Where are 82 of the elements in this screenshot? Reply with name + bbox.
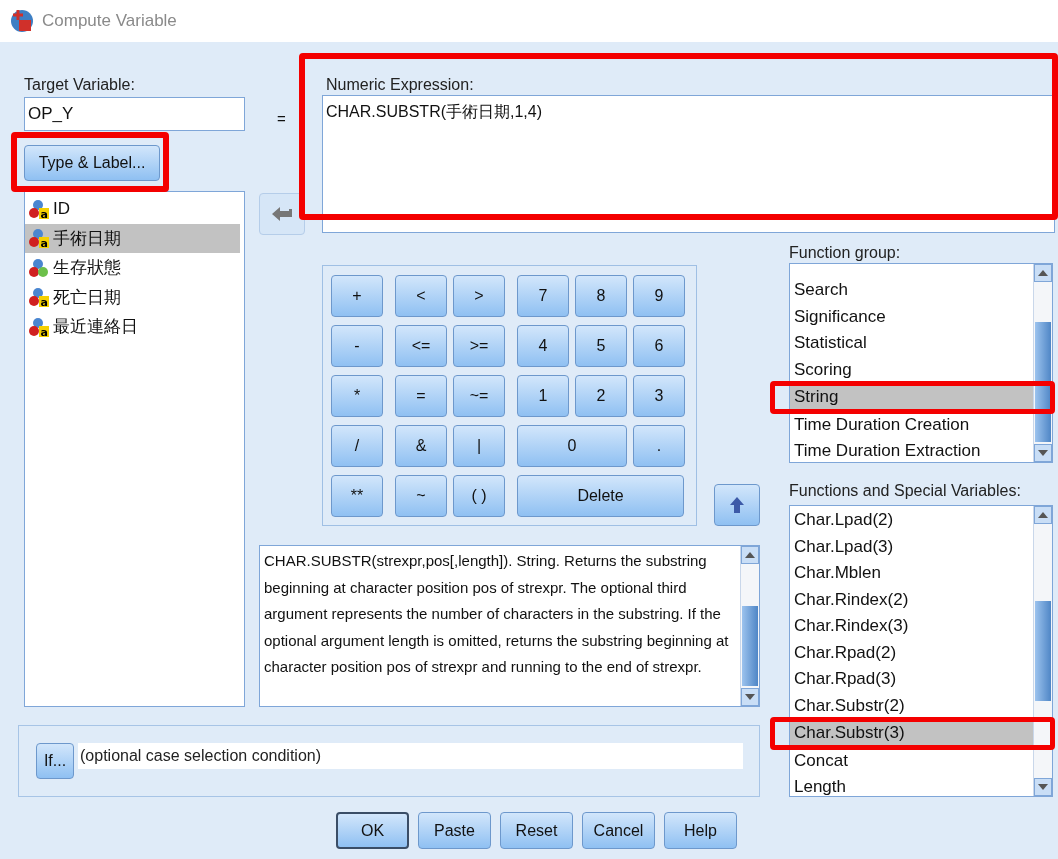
function-group-item[interactable]: Search (790, 277, 1033, 304)
dialog-button[interactable]: Paste (418, 812, 491, 849)
scroll-down-icon (1038, 450, 1048, 456)
scroll-down-icon (745, 694, 755, 700)
keypad-key[interactable]: 9 (633, 275, 685, 317)
dialog-button[interactable]: OK (336, 812, 409, 849)
keypad-key[interactable]: - (331, 325, 383, 367)
back-arrow-icon (272, 207, 292, 221)
keypad-key[interactable]: / (331, 425, 383, 467)
scroll-up-icon (1038, 270, 1048, 276)
scroll-up-icon (1038, 512, 1048, 518)
function-group-item[interactable]: Significance (790, 303, 1033, 330)
variable-icon (29, 257, 49, 278)
keypad-key[interactable]: 8 (575, 275, 627, 317)
variable-item[interactable]: a 最近連絡日 (25, 312, 240, 342)
function-item[interactable]: Concat (790, 747, 1033, 774)
function-item[interactable]: Char.Rpad(3) (790, 666, 1033, 693)
keypad-key[interactable]: <= (395, 325, 447, 367)
keypad-key[interactable]: < (395, 275, 447, 317)
keypad-key[interactable]: 4 (517, 325, 569, 367)
scrollbar[interactable] (1033, 264, 1052, 462)
function-group-item[interactable]: String (790, 386, 1033, 409)
function-item[interactable]: Char.Substr(2) (790, 692, 1033, 719)
function-group-item[interactable]: Time Duration Extraction (790, 438, 1033, 465)
type-label-button[interactable]: Type & Label... (24, 145, 160, 181)
keypad-key[interactable]: 6 (633, 325, 685, 367)
if-button[interactable]: If... (36, 743, 74, 779)
up-arrow-icon (730, 497, 744, 513)
functions-label: Functions and Special Variables: (789, 482, 1021, 500)
description-text: CHAR.SUBSTR(strexpr,pos[,length]). String. Returns the substring beginning at character position pos of strexpr. The optional third argument represents the number of characters in the substring. If the optional argument length is omitted, returns the substring beginning at character position pos of strexpr and running to the end of strexpr. (263, 551, 730, 677)
keypad-key[interactable]: = (395, 375, 447, 417)
keypad-key[interactable]: ** (331, 475, 383, 517)
keypad-key[interactable]: ( ) (453, 475, 505, 517)
dialog-button[interactable]: Reset (500, 812, 573, 849)
target-variable-label: Target Variable: (24, 76, 135, 94)
scrollbar[interactable] (1033, 506, 1052, 796)
function-group-item[interactable]: Time Duration Creation (790, 411, 1033, 438)
function-item[interactable]: Char.Rindex(3) (790, 613, 1033, 640)
keypad-key[interactable]: 0 (517, 425, 627, 467)
numeric-expression-field[interactable]: CHAR.SUBSTR(手術日期,1,4) (322, 95, 1055, 233)
variable-item[interactable]: a 死亡日期 (25, 282, 240, 312)
function-item[interactable]: Char.Lpad(3) (790, 533, 1033, 560)
function-item[interactable]: Char.Rindex(2) (790, 586, 1033, 613)
dialog-button[interactable]: Help (664, 812, 737, 849)
keypad-key[interactable]: Delete (517, 475, 684, 517)
keypad-key[interactable]: >= (453, 325, 505, 367)
variable-item[interactable]: a 手術日期 (25, 223, 240, 253)
keypad-key[interactable]: > (453, 275, 505, 317)
keypad-key[interactable]: 2 (575, 375, 627, 417)
keypad-key[interactable]: 5 (575, 325, 627, 367)
window-title: Compute Variable (42, 11, 177, 31)
keypad-key[interactable]: 1 (517, 375, 569, 417)
keypad-key[interactable]: ~ (395, 475, 447, 517)
keypad-key[interactable]: & (395, 425, 447, 467)
scroll-up-icon (745, 552, 755, 558)
keypad-key[interactable]: + (331, 275, 383, 317)
keypad-key[interactable]: . (633, 425, 685, 467)
keypad-key[interactable]: 3 (633, 375, 685, 417)
variable-item[interactable]: 生存狀態 (25, 253, 240, 283)
equals-sign: = (277, 110, 286, 127)
function-item[interactable]: Length (790, 774, 1033, 801)
function-item[interactable]: Char.Substr(3) (790, 722, 1033, 745)
move-up-button[interactable] (714, 484, 760, 526)
keypad-key[interactable]: * (331, 375, 383, 417)
app-icon (10, 9, 34, 33)
function-group-label: Function group: (789, 244, 901, 262)
numeric-expression-label: Numeric Expression: (326, 76, 474, 94)
function-group-item[interactable]: Statistical (790, 330, 1033, 357)
move-to-expression-button[interactable] (259, 193, 305, 235)
function-item[interactable]: Char.Mblen (790, 560, 1033, 587)
keypad-key[interactable]: | (453, 425, 505, 467)
function-item[interactable]: Char.Lpad(2) (790, 507, 1033, 534)
target-variable-field[interactable]: OP_Y (24, 97, 245, 131)
keypad-key[interactable]: 7 (517, 275, 569, 317)
condition-field[interactable]: (optional case selection condition) (78, 743, 743, 769)
function-group-item[interactable]: Scoring (790, 356, 1033, 383)
dialog-button[interactable]: Cancel (582, 812, 655, 849)
scroll-down-icon (1038, 784, 1048, 790)
variable-item[interactable]: a ID (25, 194, 240, 224)
keypad-key[interactable]: ~= (453, 375, 505, 417)
function-item[interactable]: Char.Rpad(2) (790, 639, 1033, 666)
scrollbar[interactable] (740, 546, 759, 706)
